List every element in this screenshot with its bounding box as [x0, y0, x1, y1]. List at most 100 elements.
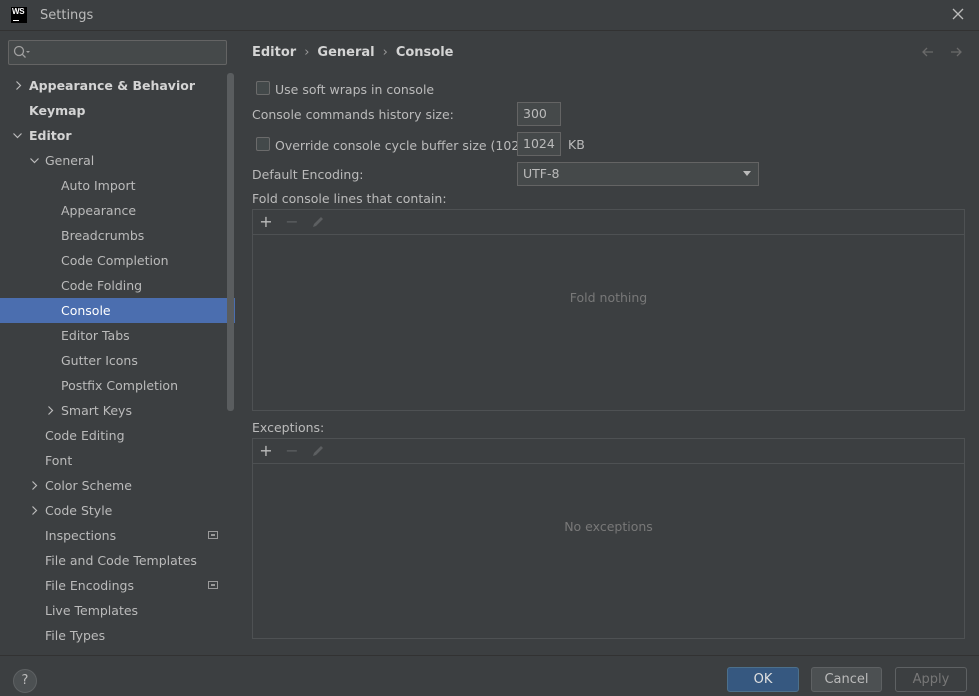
override-buffer-checkbox[interactable] — [256, 137, 270, 151]
encoding-select[interactable]: UTF-8 — [517, 162, 759, 186]
chevron-down-icon — [743, 171, 751, 176]
tree-item-label: Font — [45, 453, 73, 468]
tree-item-smart-keys[interactable]: Smart Keys — [0, 398, 235, 423]
chevron-right-icon[interactable] — [14, 81, 23, 90]
tree-item-label: Console — [61, 303, 111, 318]
tree-item-code-editing[interactable]: Code Editing — [0, 423, 235, 448]
breadcrumb-editor[interactable]: Editor — [252, 45, 296, 60]
tree-item-label: File Encodings — [45, 578, 135, 593]
tree-item-label: Code Editing — [45, 428, 125, 443]
tree-item-postfix-completion[interactable]: Postfix Completion — [0, 373, 235, 398]
tree-item-general[interactable]: General — [0, 148, 235, 173]
tree-item-file-types[interactable]: File Types — [0, 623, 235, 648]
add-icon[interactable]: + — [259, 214, 273, 230]
tree-item-appearance-behavior[interactable]: Appearance & Behavior — [0, 73, 235, 98]
soft-wraps-label: Use soft wraps in console — [275, 82, 435, 97]
edit-icon[interactable] — [311, 215, 325, 229]
chevron-right-icon: › — [382, 45, 388, 60]
help-button[interactable]: ? — [13, 669, 37, 693]
buffer-unit-label: KB — [568, 137, 585, 152]
chevron-down-icon[interactable] — [30, 156, 39, 165]
soft-wraps-checkbox[interactable] — [256, 81, 270, 95]
breadcrumb-console: Console — [395, 45, 454, 60]
tree-item-code-completion[interactable]: Code Completion — [0, 248, 235, 273]
history-size-label: Console commands history size: — [252, 107, 454, 122]
tree-item-label: Code Folding — [61, 278, 143, 293]
override-buffer-label: Override console cycle buffer size (1024… — [275, 138, 553, 153]
tree-item-label: Smart Keys — [61, 403, 132, 418]
search-input[interactable] — [8, 40, 227, 65]
dialog-footer: ? OK Cancel Apply — [0, 655, 979, 696]
tree-item-auto-import[interactable]: Auto Import — [0, 173, 235, 198]
project-settings-icon — [208, 531, 218, 539]
tree-item-label: Appearance — [61, 203, 137, 218]
back-arrow-icon[interactable] — [920, 44, 936, 60]
tree-item-inspections[interactable]: Inspections — [0, 523, 235, 548]
tree-item-label: Postfix Completion — [61, 378, 178, 393]
tree-item-label: Inspections — [45, 528, 117, 543]
title-bar: WS Settings — [0, 0, 979, 31]
tree-item-label: Code Completion — [61, 253, 169, 268]
exceptions-empty-text: No exceptions — [564, 519, 653, 534]
exceptions-label: Exceptions: — [252, 420, 325, 435]
fold-lines-empty-text: Fold nothing — [569, 290, 648, 305]
chevron-right-icon[interactable] — [30, 481, 39, 490]
remove-icon[interactable]: − — [285, 214, 299, 230]
cancel-button[interactable]: Cancel — [811, 667, 882, 692]
tree-item-font[interactable]: Font — [0, 448, 235, 473]
tree-item-code-folding[interactable]: Code Folding — [0, 273, 235, 298]
tree-item-gutter-icons[interactable]: Gutter Icons — [0, 348, 235, 373]
tree-item-label: Breadcrumbs — [61, 228, 145, 243]
sidebar-scrollbar[interactable] — [227, 73, 234, 411]
tree-item-label: Auto Import — [61, 178, 136, 193]
chevron-right-icon[interactable] — [30, 506, 39, 515]
settings-content: Editor › General › Console Use soft wraps in… — [235, 31, 979, 655]
breadcrumb: Editor › General › Console — [252, 45, 453, 60]
tree-item-code-style[interactable]: Code Style — [0, 498, 235, 523]
navigation-arrows — [920, 44, 964, 63]
search-icon — [13, 45, 30, 58]
tree-item-color-scheme[interactable]: Color Scheme — [0, 473, 235, 498]
encoding-label: Default Encoding: — [252, 167, 364, 182]
fold-lines-label: Fold console lines that contain: — [252, 191, 447, 206]
ok-button[interactable]: OK — [727, 667, 799, 692]
exceptions-list[interactable]: + − No exceptions — [252, 438, 965, 639]
chevron-down-icon[interactable] — [13, 131, 22, 140]
fold-lines-list[interactable]: + − Fold nothing — [252, 209, 965, 411]
tree-item-editor-tabs[interactable]: Editor Tabs — [0, 323, 235, 348]
buffer-size-input[interactable]: 1024 — [517, 132, 561, 156]
forward-arrow-icon[interactable] — [948, 44, 964, 60]
remove-icon[interactable]: − — [285, 443, 299, 459]
tree-item-label: Code Style — [45, 503, 113, 518]
edit-icon[interactable] — [311, 444, 325, 458]
settings-sidebar: Appearance & Behavior Keymap Editor Gene… — [0, 31, 235, 655]
breadcrumb-general[interactable]: General — [317, 45, 374, 60]
tree-item-label: Color Scheme — [45, 478, 132, 493]
tree-item-label: Editor Tabs — [61, 328, 130, 343]
exceptions-toolbar: + − — [253, 439, 964, 464]
webstorm-logo-icon: WS — [11, 7, 27, 23]
tree-item-label: Keymap — [29, 103, 86, 118]
tree-item-label: General — [45, 153, 95, 168]
history-size-input[interactable]: 300 — [517, 102, 561, 126]
tree-item-file-encodings[interactable]: File Encodings — [0, 573, 235, 598]
tree-item-console[interactable]: Console — [0, 298, 235, 323]
tree-item-label: File and Code Templates — [45, 553, 197, 568]
tree-item-file-code-templates[interactable]: File and Code Templates — [0, 548, 235, 573]
tree-item-breadcrumbs[interactable]: Breadcrumbs — [0, 223, 235, 248]
encoding-value: UTF-8 — [523, 166, 560, 181]
tree-item-editor[interactable]: Editor — [0, 123, 235, 148]
close-icon[interactable] — [950, 6, 966, 22]
tree-item-keymap[interactable]: Keymap — [0, 98, 235, 123]
fold-lines-toolbar: + − — [253, 210, 964, 235]
project-settings-icon — [208, 581, 218, 589]
chevron-right-icon[interactable] — [46, 406, 55, 415]
add-icon[interactable]: + — [259, 443, 273, 459]
tree-item-label: Gutter Icons — [61, 353, 138, 368]
tree-item-appearance[interactable]: Appearance — [0, 198, 235, 223]
window-title: Settings — [40, 8, 94, 23]
tree-item-live-templates[interactable]: Live Templates — [0, 598, 235, 623]
tree-item-label: Appearance & Behavior — [29, 78, 195, 93]
apply-button[interactable]: Apply — [895, 667, 967, 692]
tree-item-label: Live Templates — [45, 603, 139, 618]
